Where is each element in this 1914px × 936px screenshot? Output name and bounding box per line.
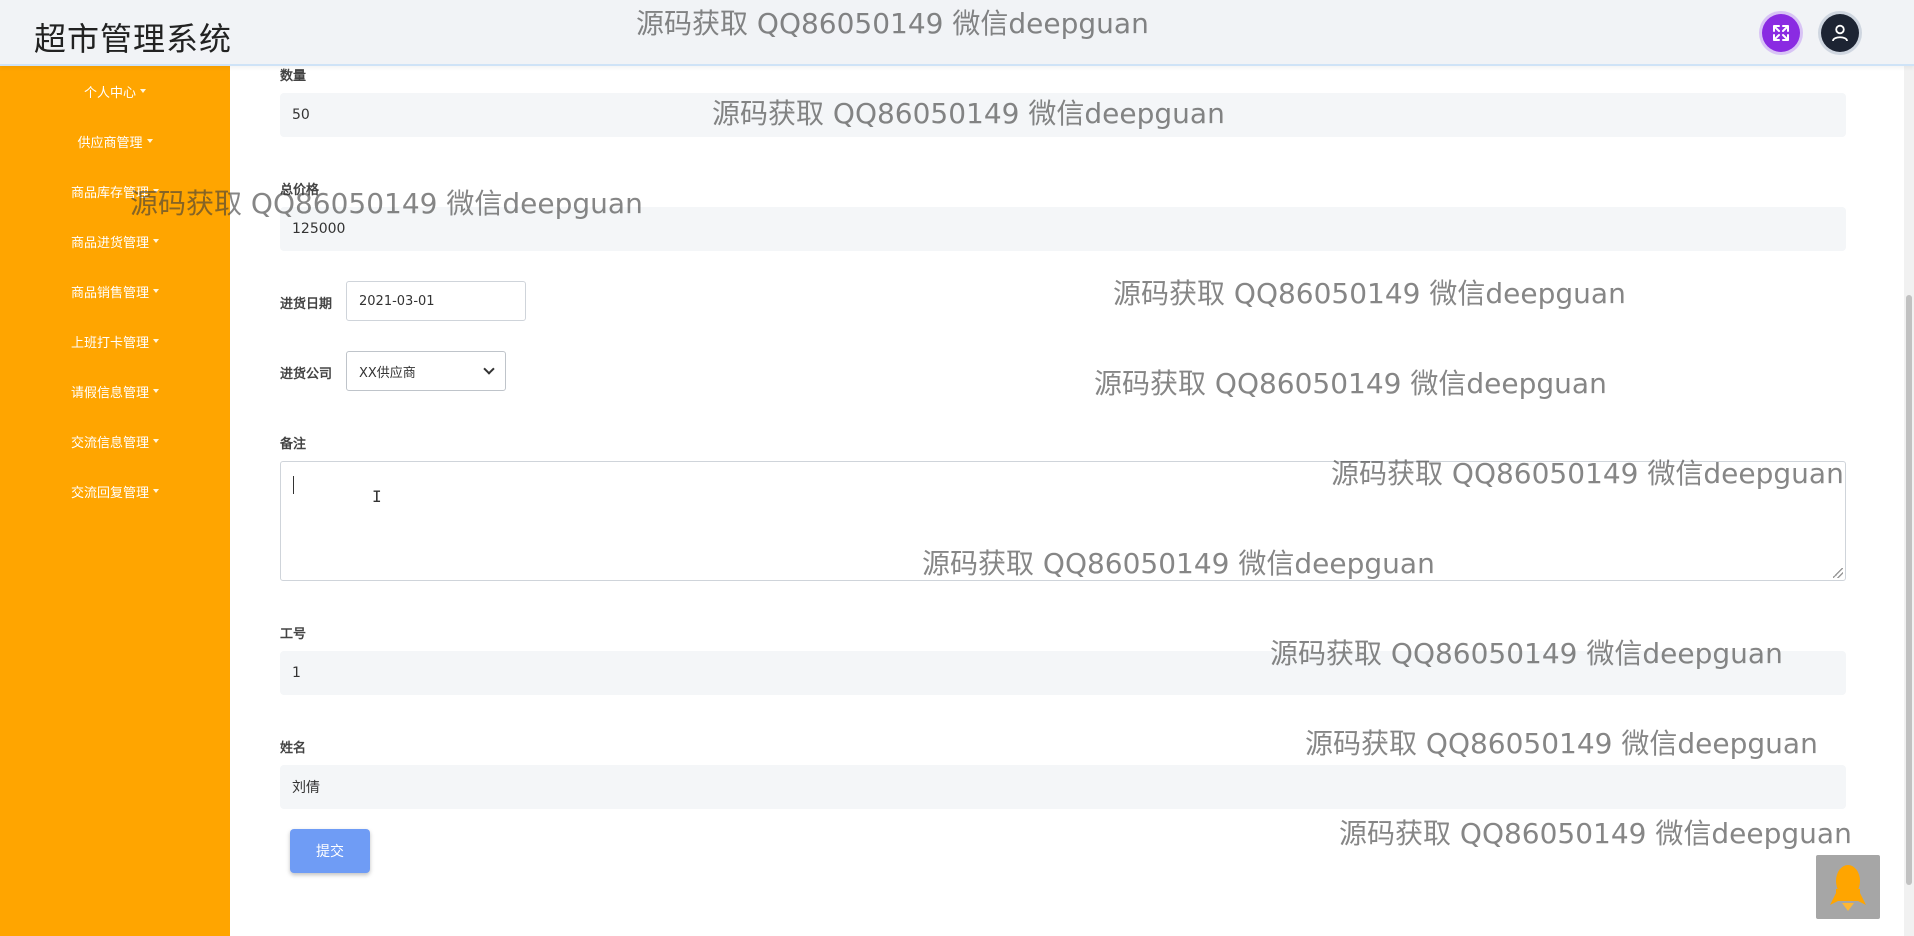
total-price-label: 总价格	[280, 183, 320, 198]
fullscreen-icon	[1773, 25, 1789, 41]
quantity-input[interactable]: 50	[280, 93, 1846, 137]
sidebar-item-personal-center[interactable]: 个人中心	[0, 76, 230, 106]
watermark: 源码获取 QQ86050149 微信deepguan	[1305, 727, 1818, 760]
quantity-label: 数量	[280, 69, 307, 84]
chevron-down-icon	[153, 239, 159, 243]
top-header: 超市管理系统	[0, 0, 1914, 66]
supplier-selected-value: XX供应商	[359, 365, 416, 381]
watermark: 源码获取 QQ86050149 微信deepguan	[1339, 817, 1852, 850]
supplier-label: 进货公司	[280, 367, 333, 382]
chevron-down-icon	[483, 363, 495, 375]
text-caret	[293, 476, 294, 494]
remarks-label: 备注	[280, 437, 307, 452]
employee-id-input[interactable]: 1	[280, 651, 1846, 695]
sidebar-item-attendance[interactable]: 上班打卡管理	[0, 326, 230, 356]
user-avatar-button[interactable]	[1821, 14, 1859, 52]
sidebar-item-purchase[interactable]: 商品进货管理	[0, 226, 230, 256]
chevron-down-icon	[146, 139, 153, 143]
sidebar-item-reply[interactable]: 交流回复管理	[0, 476, 230, 506]
total-price-input[interactable]: 125000	[280, 207, 1846, 251]
sidebar-item-sales[interactable]: 商品销售管理	[0, 276, 230, 306]
sidebar-item-supplier[interactable]: 供应商管理	[0, 126, 230, 156]
sidebar-item-inventory[interactable]: 商品库存管理	[0, 176, 230, 206]
purchase-date-input[interactable]: 2021-03-01	[346, 281, 526, 321]
supplier-select[interactable]: XX供应商	[346, 351, 506, 391]
name-label: 姓名	[280, 741, 307, 756]
resize-handle-icon[interactable]	[1833, 568, 1843, 578]
chevron-down-icon	[153, 189, 159, 193]
app-title: 超市管理系统	[34, 20, 233, 58]
fullscreen-button[interactable]	[1762, 14, 1800, 52]
text-cursor-icon: I	[372, 487, 382, 506]
chevron-down-icon	[153, 289, 159, 293]
chevron-down-icon	[153, 389, 159, 393]
scrollbar-thumb[interactable]	[1906, 295, 1912, 885]
watermark: 源码获取 QQ86050149 微信deepguan	[1094, 367, 1607, 400]
chevron-down-icon	[153, 439, 159, 443]
watermark: 源码获取 QQ86050149 微信deepguan	[1113, 277, 1626, 310]
sidebar-item-leave[interactable]: 请假信息管理	[0, 376, 230, 406]
submit-button[interactable]: 提交	[290, 829, 370, 873]
user-icon	[1832, 24, 1848, 42]
name-input[interactable]: 刘倩	[280, 765, 1846, 809]
purchase-date-label: 进货日期	[280, 297, 333, 312]
sidebar-item-communication[interactable]: 交流信息管理	[0, 426, 230, 456]
back-to-top-button[interactable]	[1816, 855, 1880, 919]
chevron-down-icon	[153, 489, 159, 493]
chevron-down-icon	[153, 339, 159, 343]
employee-id-label: 工号	[280, 627, 307, 642]
remarks-textarea[interactable]	[280, 461, 1846, 581]
chevron-down-icon	[140, 89, 146, 93]
rocket-icon	[1830, 865, 1866, 911]
